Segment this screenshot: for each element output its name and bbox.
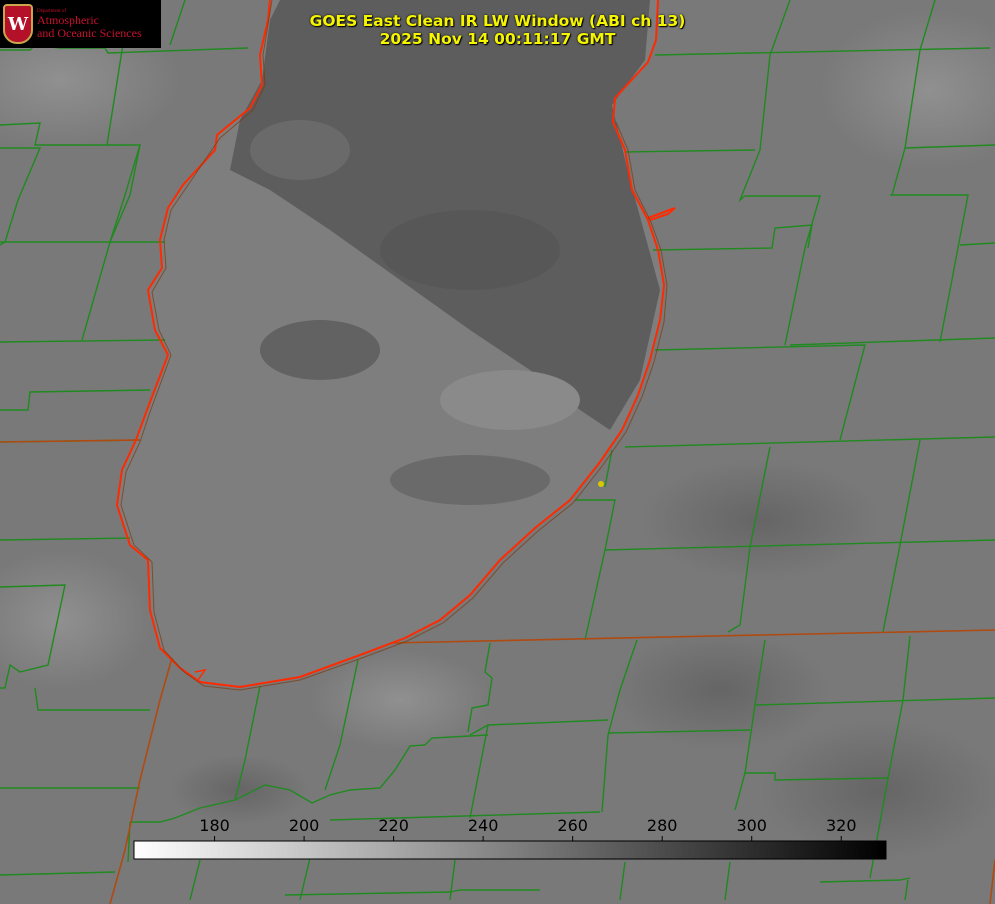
- colorbar-tick-label: 240: [468, 816, 499, 835]
- colorbar-tick-label: 180: [199, 816, 230, 835]
- colorbar-gradient: [133, 840, 887, 860]
- colorbar-tick-label: 220: [378, 816, 409, 835]
- site-marker: [598, 481, 604, 487]
- colorbar-tick-label: 320: [826, 816, 857, 835]
- satellite-image: 180 200 220 240 260 280 300 320 W Department of…: [0, 0, 995, 904]
- colorbar-tick-label: 280: [647, 816, 678, 835]
- title-line1: GOES East Clean IR LW Window (ABI ch 13): [309, 12, 686, 30]
- colorbar-tick-label: 300: [736, 816, 767, 835]
- colorbar-tick-label: 200: [289, 816, 320, 835]
- title-timestamp: 2025 Nov 14 00:11:17 GMT: [379, 30, 616, 48]
- map-canvas: 180 200 220 240 260 280 300 320: [0, 0, 995, 904]
- image-title: GOES East Clean IR LW Window (ABI ch 13)…: [0, 12, 995, 48]
- colorbar-tick-label: 260: [557, 816, 588, 835]
